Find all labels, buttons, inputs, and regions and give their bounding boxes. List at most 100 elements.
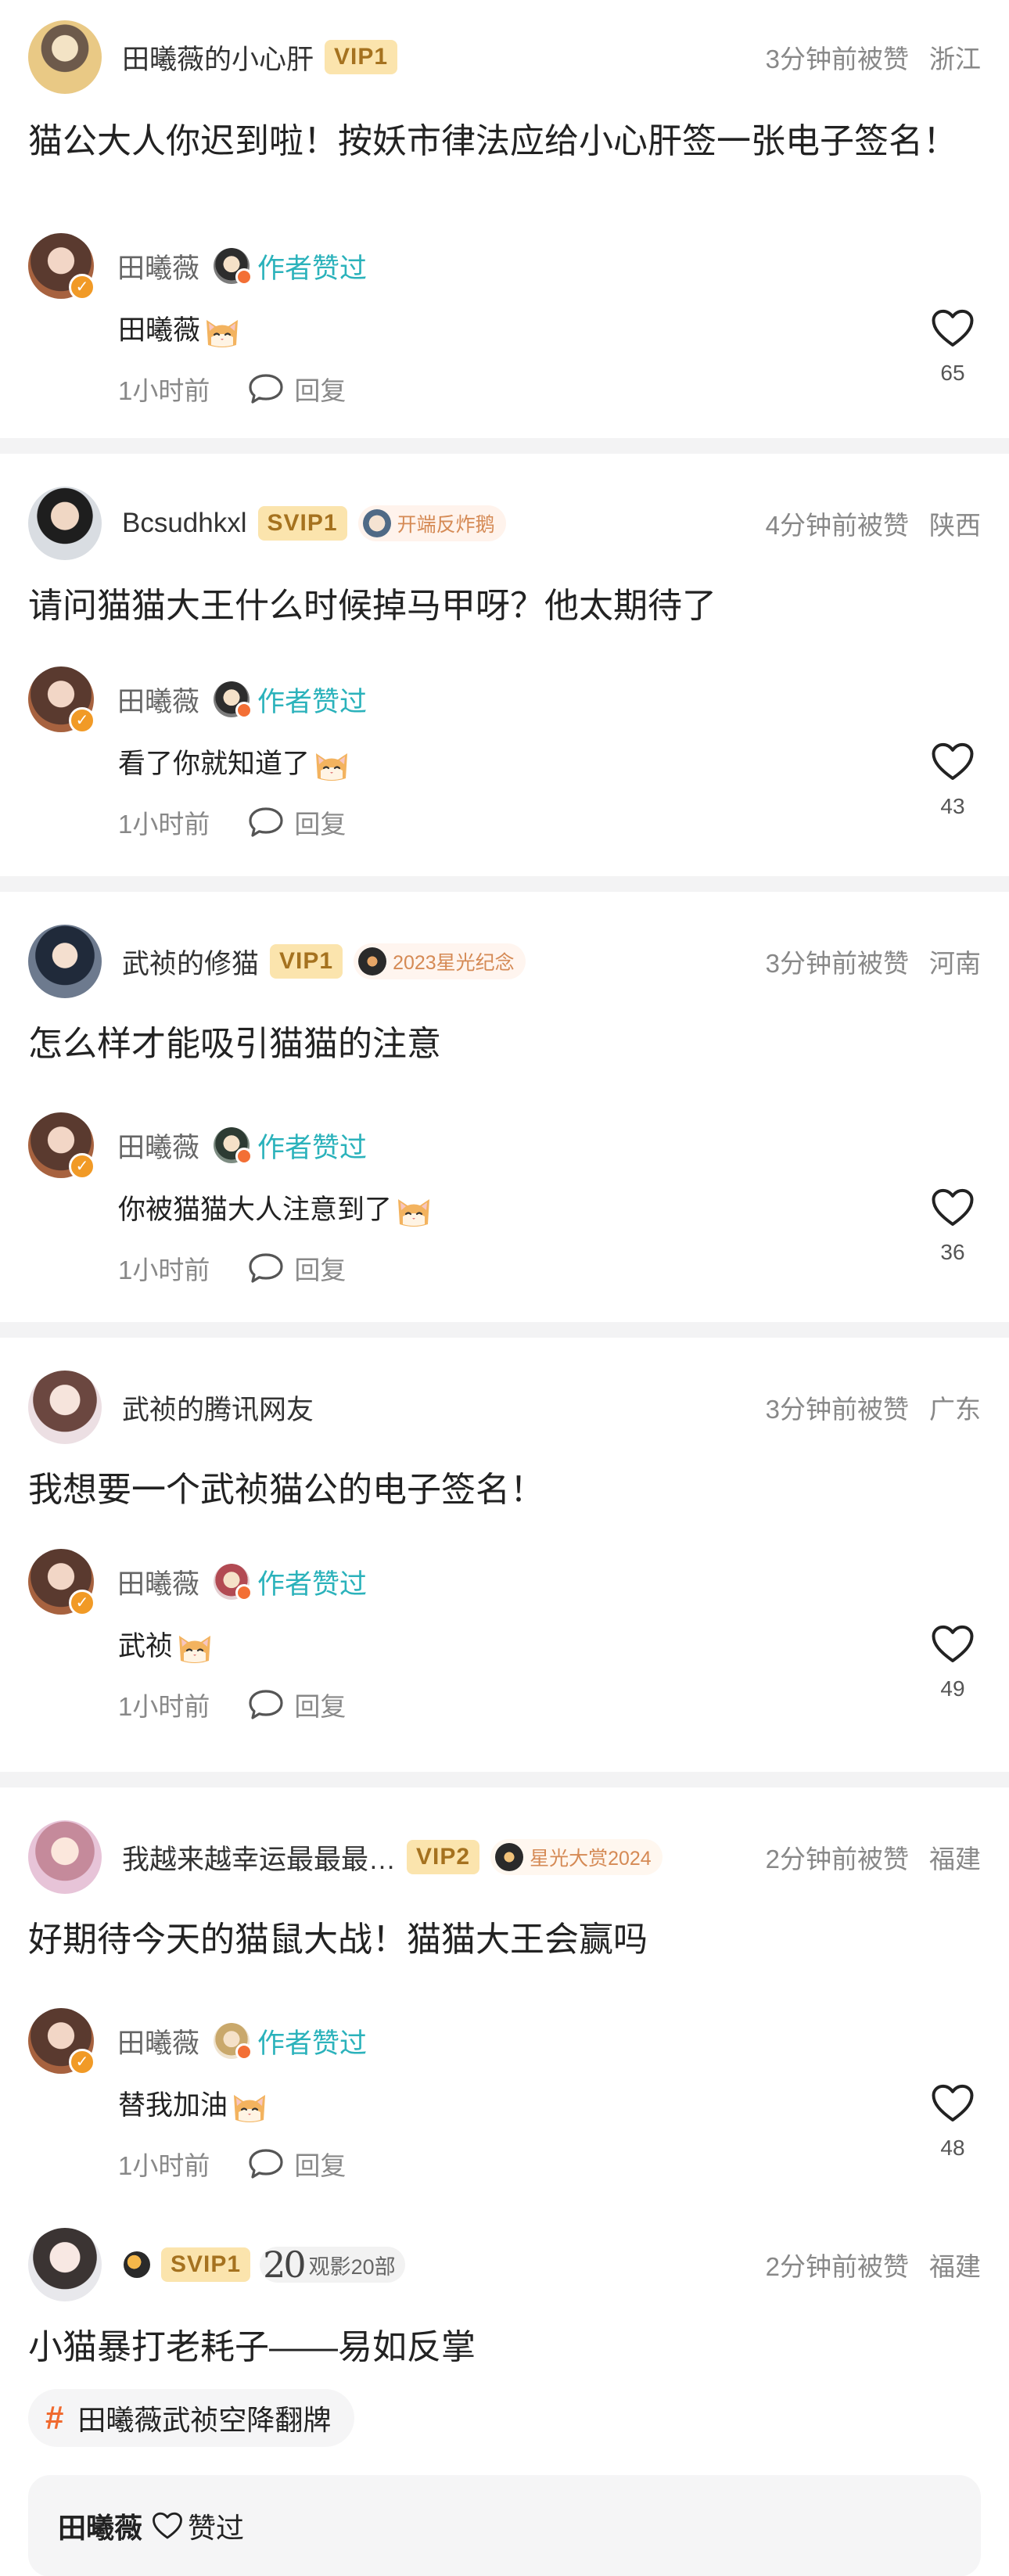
reply-label: 回复 xyxy=(294,810,347,839)
reply-button[interactable]: 回复 xyxy=(247,1686,346,1723)
comment-text[interactable]: 怎么样才能吸引猫猫的注意 xyxy=(28,1019,981,1070)
comment-text[interactable]: 猫公大人你迟到啦！按妖市律法应给小心肝签一张电子签名！ xyxy=(28,116,981,167)
cat-face-emoji xyxy=(395,1193,433,1227)
level-icon xyxy=(124,2251,150,2278)
reply-avatar[interactable]: ✓ xyxy=(28,1549,95,1616)
author-avatar-mini xyxy=(214,248,253,286)
like-count: 36 xyxy=(940,1240,965,1264)
liked-by-name: 田曦薇 xyxy=(58,2512,143,2544)
comment-card: SVIP1 20 观影20部 2分钟前被赞 福建 小猫暴打老耗子——易如反掌 #… xyxy=(0,2214,1009,2576)
verified-icon: ✓ xyxy=(69,1153,95,1180)
comment-card: Bcsudhkxl SVIP1 开端反炸鹅 4分钟前被赞 陕西 请问猫猫大王什么… xyxy=(0,454,1009,876)
like-button[interactable]: 65 xyxy=(925,308,981,386)
fan-badge: 2023星光纪念 xyxy=(354,943,526,979)
user-avatar[interactable] xyxy=(28,1820,102,1894)
reply-username[interactable]: 田曦薇 xyxy=(117,1126,199,1166)
like-count: 65 xyxy=(940,361,965,385)
author-avatar-mini xyxy=(214,1127,253,1165)
reply-text-content: 看了你就知道了 xyxy=(118,749,311,779)
reply-username[interactable]: 田曦薇 xyxy=(117,246,199,286)
location: 陕西 xyxy=(929,511,981,540)
reply-time: 1小时前 xyxy=(118,1692,210,1721)
location: 广东 xyxy=(929,1395,981,1424)
reply-username[interactable]: 田曦薇 xyxy=(117,680,199,720)
comment-bubble-icon xyxy=(247,2147,285,2181)
reply-button[interactable]: 回复 xyxy=(247,370,346,408)
cat-face-emoji xyxy=(176,1629,214,1664)
like-button[interactable]: 43 xyxy=(925,742,981,819)
comment-meta: 3分钟前被赞 浙江 xyxy=(766,20,981,94)
user-avatar[interactable] xyxy=(28,20,102,94)
views-label: 观影20部 xyxy=(308,2254,396,2279)
username[interactable]: 武祯的腾讯网友 xyxy=(122,1388,314,1428)
separator xyxy=(0,1772,1009,1787)
author-liked-tag: 作者赞过 xyxy=(214,2021,367,2061)
vip-badge: VIP1 xyxy=(325,40,398,74)
heart-icon xyxy=(931,2083,975,2124)
comment-text[interactable]: 好期待今天的猫鼠大战！猫猫大王会赢吗 xyxy=(28,1914,981,1966)
reply-time: 1小时前 xyxy=(118,376,210,405)
heart-icon xyxy=(931,1624,975,1665)
reply-header: ✓ 田曦薇 作者赞过 xyxy=(28,666,368,734)
author-avatar-mini xyxy=(214,2023,253,2060)
reply-text[interactable]: 田曦薇 xyxy=(118,311,241,350)
reply-text[interactable]: 看了你就知道了 xyxy=(118,745,350,784)
reply-text[interactable]: 你被猫猫大人注意到了 xyxy=(118,1191,433,1230)
user-avatar[interactable] xyxy=(28,487,102,560)
liked-time: 3分钟前被赞 xyxy=(765,45,909,74)
like-count: 49 xyxy=(940,1676,965,1701)
author-liked-tag: 作者赞过 xyxy=(214,1562,367,1602)
reply-text-content: 田曦薇 xyxy=(118,315,201,346)
cat-face-emoji xyxy=(231,2089,268,2123)
location: 福建 xyxy=(929,2252,981,2281)
vip-badge: SVIP1 xyxy=(161,2247,251,2282)
user-avatar[interactable] xyxy=(28,2228,102,2301)
reply-text-content: 替我加油 xyxy=(118,2090,228,2121)
verified-icon: ✓ xyxy=(69,2049,95,2075)
reply-button[interactable]: 回复 xyxy=(247,1249,346,1287)
username[interactable]: 田曦薇的小心肝 xyxy=(122,38,314,77)
reply-avatar[interactable]: ✓ xyxy=(28,2008,95,2075)
comment-bubble-icon xyxy=(247,805,285,839)
author-avatar-mini xyxy=(214,681,253,719)
like-button[interactable]: 36 xyxy=(925,1187,981,1265)
reply-avatar[interactable]: ✓ xyxy=(28,233,95,300)
reply-text[interactable]: 武祯 xyxy=(118,1627,214,1666)
liked-by-bar[interactable]: 田曦薇 赞过 xyxy=(28,2475,981,2576)
username[interactable]: Bcsudhkxl xyxy=(122,508,247,539)
vip-badge: SVIP1 xyxy=(257,506,347,541)
reply-header: ✓ 田曦薇 作者赞过 xyxy=(28,1549,367,1616)
fan-badge-label: 星光大赏2024 xyxy=(530,1848,652,1870)
reply-time: 1小时前 xyxy=(118,2151,210,2180)
reply-avatar[interactable]: ✓ xyxy=(28,1112,95,1180)
username[interactable]: 我越来越幸运最最最… xyxy=(122,1838,396,1877)
reply-text[interactable]: 替我加油 xyxy=(118,2086,268,2125)
reply-footer: 1小时前 回复 xyxy=(118,2144,346,2183)
like-button[interactable]: 49 xyxy=(925,1624,981,1701)
reply-username[interactable]: 田曦薇 xyxy=(117,2021,199,2061)
reply-button[interactable]: 回复 xyxy=(247,803,346,841)
like-count: 43 xyxy=(940,794,965,818)
reply-button[interactable]: 回复 xyxy=(247,2145,346,2183)
reply-avatar[interactable]: ✓ xyxy=(28,666,95,734)
user-avatar[interactable] xyxy=(28,925,102,998)
like-button[interactable]: 48 xyxy=(925,2083,981,2161)
comment-text[interactable]: 小猫暴打老耗子——易如反掌 xyxy=(28,2322,981,2373)
views-number: 20 xyxy=(263,2244,307,2286)
author-liked-tag: 作者赞过 xyxy=(214,1126,367,1166)
reply-username[interactable]: 田曦薇 xyxy=(117,1562,199,1602)
author-liked-label: 作者赞过 xyxy=(257,686,368,717)
comment-text[interactable]: 我想要一个武祯猫公的电子签名！ xyxy=(28,1464,981,1516)
username[interactable]: 武祯的修猫 xyxy=(122,942,259,982)
comment-bubble-icon xyxy=(247,1687,285,1722)
reply-text-content: 武祯 xyxy=(118,1631,174,1662)
comment-text[interactable]: 请问猫猫大王什么时候掉马甲呀？他太期待了 xyxy=(28,580,981,632)
reply-footer: 1小时前 回复 xyxy=(118,803,346,842)
author-liked-label: 作者赞过 xyxy=(257,1132,368,1163)
comment-meta: 3分钟前被赞 河南 xyxy=(766,925,981,998)
verified-icon: ✓ xyxy=(69,707,95,734)
topic-tag[interactable]: # 田曦薇武祯空降翻牌 xyxy=(28,2389,355,2447)
comment-bubble-icon xyxy=(247,1251,285,1285)
comment-bubble-icon xyxy=(247,372,285,406)
user-avatar[interactable] xyxy=(28,1371,102,1444)
